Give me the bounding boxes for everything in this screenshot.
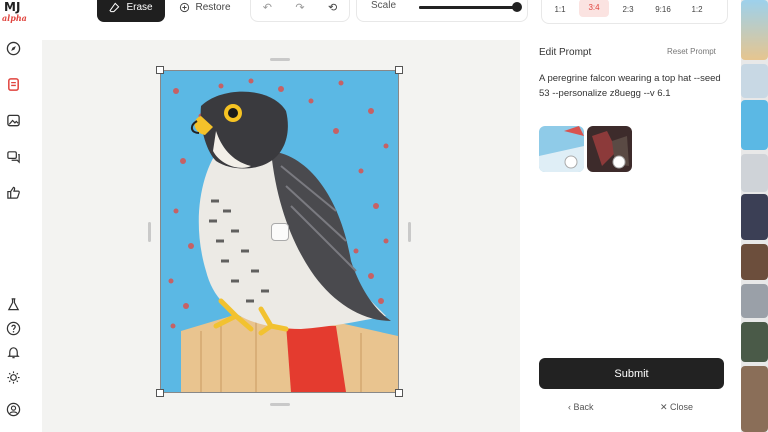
submit-button[interactable]: Submit [539, 358, 724, 389]
history-thumb[interactable] [741, 244, 768, 280]
history-thumb[interactable] [741, 100, 768, 150]
chat-icon[interactable] [5, 148, 22, 165]
redo-icon[interactable]: ↷ [295, 1, 304, 14]
center-crosshair[interactable] [271, 223, 289, 241]
ratio-9-16[interactable]: 9:16 [648, 5, 678, 14]
history-thumb[interactable] [741, 366, 768, 432]
left-grip[interactable] [148, 222, 151, 242]
reset-prompt-link[interactable]: Reset Prompt [667, 47, 716, 56]
history-strip [741, 0, 768, 432]
top-grip[interactable] [270, 58, 290, 61]
reset-canvas-icon[interactable]: ⟲ [328, 1, 337, 14]
bell-icon[interactable] [5, 344, 22, 361]
create-icon[interactable] [5, 76, 22, 93]
gallery-icon[interactable] [5, 112, 22, 129]
history-thumb[interactable] [741, 284, 768, 318]
scale-knob[interactable] [512, 2, 522, 12]
restore-label: Restore [195, 1, 231, 13]
handle-top-left[interactable] [156, 66, 164, 74]
right-grip[interactable] [408, 222, 411, 242]
ratio-2-3[interactable]: 2:3 [613, 5, 643, 14]
lab-flask-icon[interactable] [5, 296, 22, 313]
explore-icon[interactable] [5, 40, 22, 57]
aspect-ratio-selector: 1:1 3:4 2:3 9:16 1:2 [541, 0, 728, 24]
ratio-1-1[interactable]: 1:1 [545, 5, 575, 14]
app-logo[interactable]: MJ alpha [2, 0, 30, 26]
image-frame[interactable] [160, 70, 399, 393]
scale-label: Scale [371, 0, 397, 11]
scale-control: Scale [356, 0, 528, 22]
profile-icon[interactable] [5, 401, 22, 418]
help-icon[interactable] [5, 320, 22, 337]
theme-sun-icon[interactable] [5, 369, 22, 386]
history-thumb[interactable] [741, 0, 768, 60]
ratio-1-2[interactable]: 1:2 [682, 5, 712, 14]
handle-top-right[interactable] [395, 66, 403, 74]
bottom-grip[interactable] [270, 403, 290, 406]
scale-slider[interactable] [419, 2, 522, 12]
close-link[interactable]: ✕ Close [660, 402, 693, 413]
thumbs-up-icon[interactable] [5, 184, 22, 201]
history-thumb[interactable] [741, 64, 768, 98]
erase-label: Erase [126, 1, 153, 13]
history-thumb[interactable] [741, 322, 768, 362]
erase-button[interactable]: Erase [97, 0, 165, 22]
history-controls: ↶ ↷ ⟲ [250, 0, 350, 22]
scale-fill [419, 6, 517, 9]
logo-sub: alpha [2, 13, 27, 23]
reference-image-2[interactable] [587, 126, 632, 172]
restore-icon [180, 2, 190, 12]
undo-icon[interactable]: ↶ [263, 1, 272, 14]
back-link[interactable]: ‹ Back [568, 402, 594, 412]
edit-prompt-title: Edit Prompt [539, 47, 592, 58]
prompt-textarea[interactable]: A peregrine falcon wearing a top hat --s… [539, 71, 721, 101]
history-thumb[interactable] [741, 194, 768, 240]
handle-bottom-right[interactable] [395, 389, 403, 397]
eraser-icon [109, 2, 120, 12]
ratio-3-4[interactable]: 3:4 [579, 0, 609, 17]
handle-bottom-left[interactable] [156, 389, 164, 397]
left-nav-rail: MJ alpha [0, 0, 30, 432]
restore-button[interactable]: Restore [170, 0, 240, 22]
logo-main: MJ [4, 0, 21, 14]
history-thumb[interactable] [741, 154, 768, 192]
reference-image-1[interactable] [539, 126, 584, 172]
